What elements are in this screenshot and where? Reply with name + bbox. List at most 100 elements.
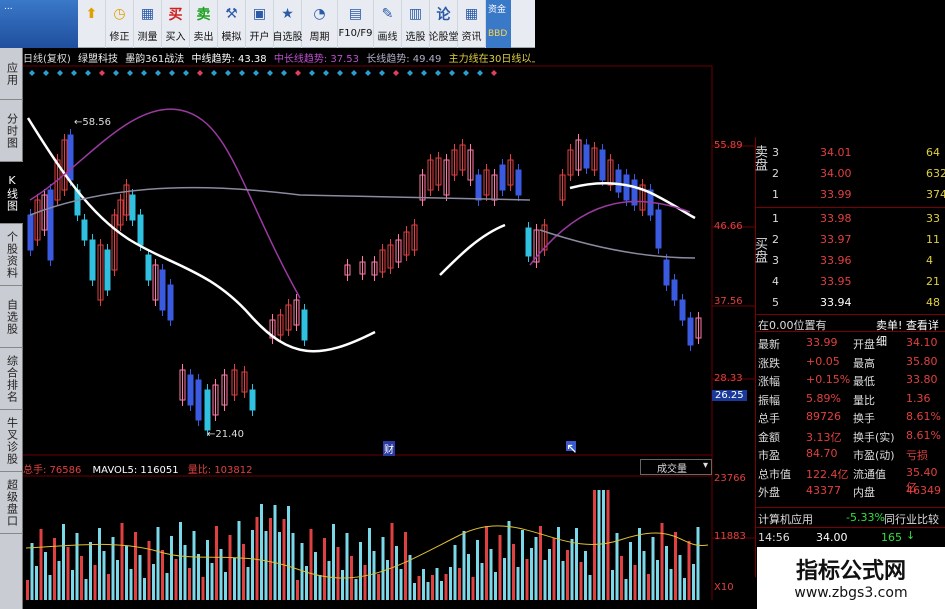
volume-bar xyxy=(71,570,74,600)
order-book-row[interactable]: 5 33.94 48 xyxy=(756,293,945,314)
volume-bar xyxy=(530,548,533,600)
candle-body xyxy=(167,284,174,321)
volume-bar xyxy=(489,549,493,600)
volume-bar xyxy=(417,576,421,600)
volume-bar xyxy=(111,537,115,600)
order-book-row[interactable]: 3 34.01 64 xyxy=(756,143,945,164)
volume-bar xyxy=(440,581,443,600)
candle-body xyxy=(195,379,202,421)
signal-diamond xyxy=(365,70,371,76)
sector-row: 计算机应用 -5.33% 同行业比较 xyxy=(756,507,945,527)
volume-bar xyxy=(143,578,146,600)
signal-diamond xyxy=(253,70,259,76)
signal-diamond xyxy=(99,70,105,76)
volume-bar xyxy=(44,552,47,600)
volume-bar xyxy=(273,505,277,600)
volume-bar xyxy=(665,546,668,600)
candle-body xyxy=(187,374,194,406)
volume-bar xyxy=(134,532,137,600)
volume-bar xyxy=(386,560,389,600)
vol-tick: 11883 xyxy=(714,531,746,542)
volume-bar xyxy=(161,550,164,600)
volume-bar xyxy=(584,551,587,600)
volume-bar xyxy=(480,563,484,600)
cursor-icon: ↖ xyxy=(566,441,578,457)
candle-body xyxy=(159,269,166,311)
signal-diamond xyxy=(463,70,469,76)
volume-bar xyxy=(516,567,520,600)
volume-bar xyxy=(471,577,475,600)
volume-bar xyxy=(120,523,124,600)
volume-ma-line xyxy=(25,525,709,579)
finance-marker[interactable]: 财 xyxy=(383,441,395,456)
volume-bar xyxy=(399,569,403,600)
signal-diamond xyxy=(309,70,315,76)
volume-bar xyxy=(165,573,169,600)
signal-diamond xyxy=(449,70,455,76)
volume-bar xyxy=(57,561,61,600)
volume-bar xyxy=(579,562,583,600)
volume-bar xyxy=(287,506,290,600)
signal-diamond xyxy=(183,70,189,76)
order-book-row[interactable]: 1 33.98 33 xyxy=(756,209,945,230)
quote-row: 外盘 43377 内盘 46349 xyxy=(758,484,941,499)
order-book-row[interactable]: 2 33.97 11 xyxy=(756,230,945,251)
volume-bar xyxy=(89,542,92,600)
signal-diamond xyxy=(435,70,441,76)
volume-bar xyxy=(552,538,556,600)
volume-bar xyxy=(192,531,196,600)
volume-bar xyxy=(539,526,542,600)
volume-bar xyxy=(660,523,664,600)
volume-bar xyxy=(197,554,200,600)
compare-link[interactable]: 同行业比较 xyxy=(884,511,939,527)
volume-bar xyxy=(84,579,88,600)
volume-bar xyxy=(494,572,497,600)
quote-row: 市盈 84.70 市盈(动) 亏损 xyxy=(758,447,928,462)
signal-diamond xyxy=(295,70,301,76)
volume-bar xyxy=(188,568,191,600)
volume-bar xyxy=(678,555,682,600)
quote-row: 涨跌 +0.05 最高 35.80 xyxy=(758,354,938,370)
volume-bar xyxy=(602,490,605,600)
order-book-row[interactable]: 3 33.96 4 xyxy=(756,251,945,272)
mid-trend-line xyxy=(439,223,506,276)
volume-bar xyxy=(363,565,367,600)
candle-body xyxy=(671,279,678,301)
volume-bar xyxy=(125,546,128,600)
volume-bar xyxy=(237,521,241,600)
volume-bar xyxy=(102,551,106,600)
volume-bar xyxy=(408,555,412,600)
order-book-row[interactable]: 4 33.95 21 xyxy=(756,272,945,293)
chevron-down-icon: ▾ xyxy=(702,460,708,471)
vol-tick: 23766 xyxy=(714,473,746,484)
candle-body xyxy=(623,174,630,201)
candle-body xyxy=(525,227,532,257)
volume-bar xyxy=(210,563,214,600)
signal-diamond xyxy=(225,70,231,76)
volume-bar xyxy=(674,532,677,600)
signal-diamond xyxy=(351,70,357,76)
status-bar: 在0.00位置有 卖单! 查看详细 xyxy=(756,314,945,348)
order-book-row[interactable]: 2 34.00 632 xyxy=(756,164,945,185)
long-trend-line xyxy=(29,186,531,216)
volume-bar xyxy=(260,504,263,600)
order-book-row[interactable]: 1 33.99 374 xyxy=(756,185,945,206)
volume-bar xyxy=(48,575,52,600)
volume-bar xyxy=(233,558,236,600)
volume-bar xyxy=(548,549,551,600)
volume-bar xyxy=(453,545,457,600)
volume-bar xyxy=(116,560,119,600)
volume-bar xyxy=(35,566,38,600)
signal-diamond xyxy=(379,70,385,76)
volume-bar xyxy=(525,559,529,600)
signal-diamond xyxy=(29,70,35,76)
volume-bar xyxy=(647,574,650,600)
volume-bar xyxy=(183,545,187,600)
volume-bar xyxy=(620,556,623,600)
volume-bar xyxy=(422,569,425,600)
volume-bar xyxy=(255,517,259,600)
indicator-select[interactable]: 成交量 ▾ xyxy=(640,459,712,475)
vol-unit: X10 xyxy=(714,582,734,593)
volume-bar xyxy=(462,531,466,600)
volume-bar xyxy=(242,544,245,600)
